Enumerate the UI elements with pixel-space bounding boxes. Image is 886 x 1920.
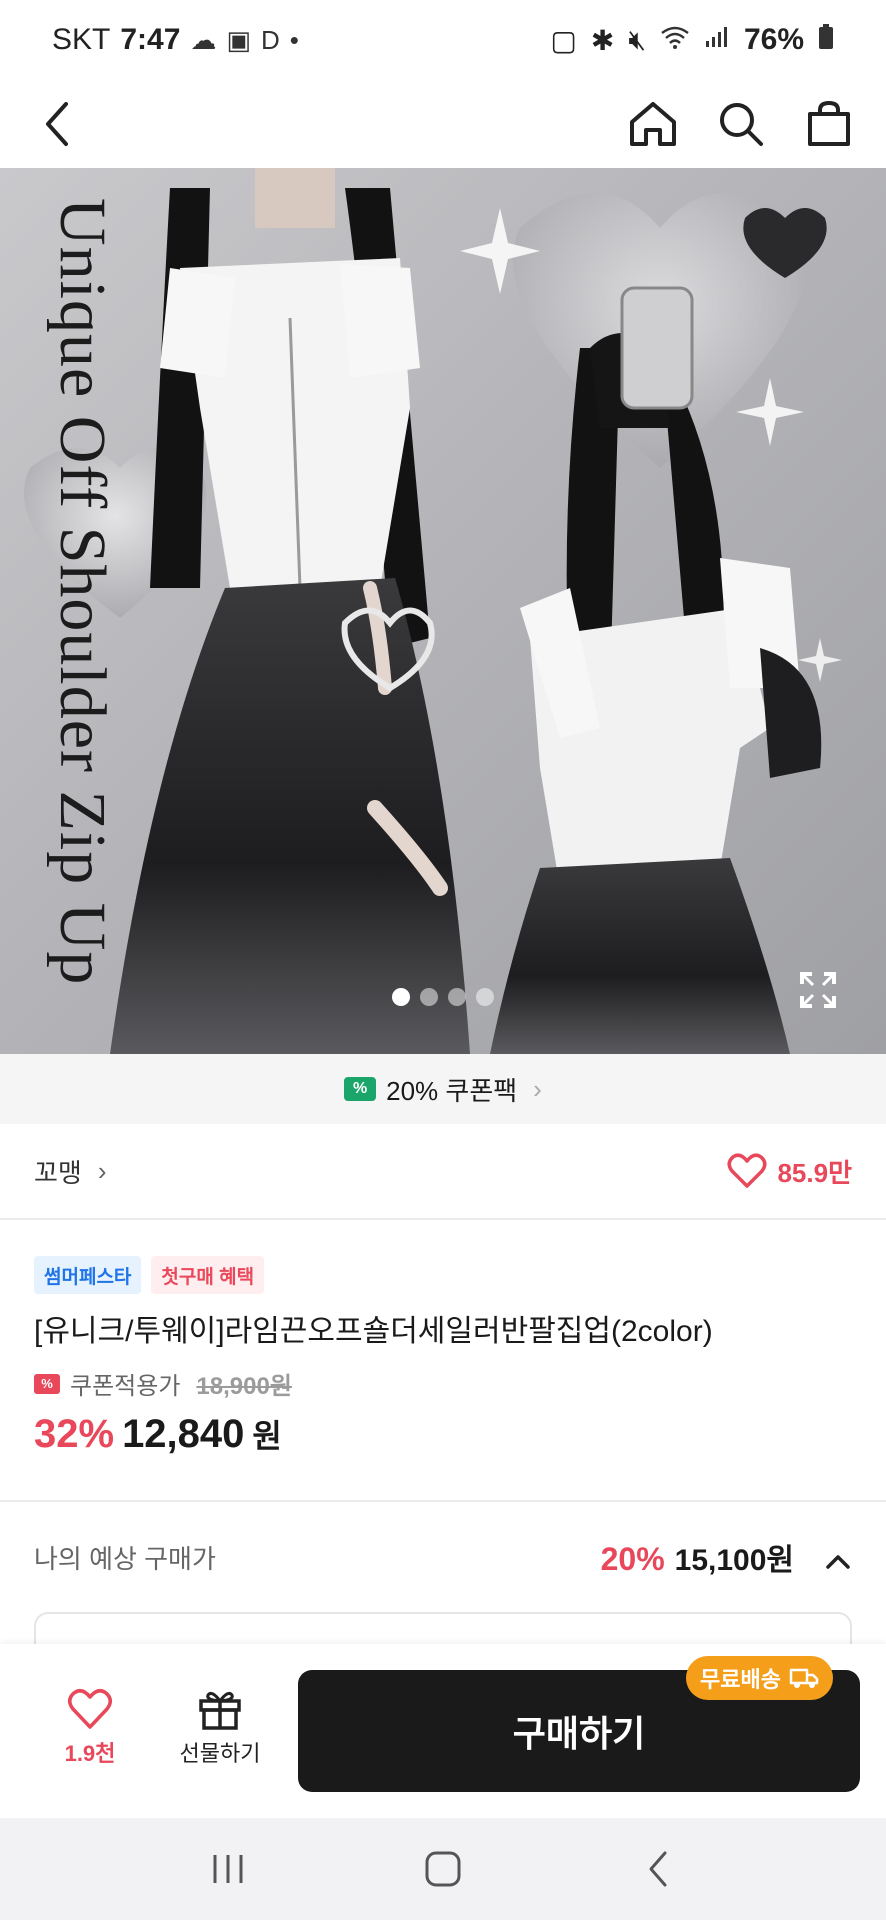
hero-overlay-text: Unique Off Shoulder Zip Up	[40, 198, 130, 1038]
free-shipping-badge: 무료배송	[686, 1656, 833, 1700]
expected-price-value: 15,100원	[674, 1544, 794, 1577]
like-count: 1.9천	[64, 1741, 116, 1766]
heart-icon	[68, 1689, 112, 1729]
top-nav	[0, 80, 886, 168]
signal-icon	[704, 24, 730, 56]
store-like-count: 85.9만	[777, 1157, 852, 1188]
carousel-dot[interactable]	[392, 988, 410, 1006]
event-badge: 썸머페스타	[34, 1256, 142, 1294]
coupon-price-row: % 쿠폰적용가 18,900원	[34, 1366, 852, 1401]
home-button[interactable]	[626, 97, 680, 151]
gift-button[interactable]: 선물하기	[170, 1688, 270, 1768]
home-icon	[630, 102, 676, 146]
price-row: 32% 12,840 원	[34, 1411, 852, 1457]
coupon-icon: %	[34, 1373, 60, 1394]
original-price: 18,900원	[196, 1373, 292, 1400]
currency-label: 원	[252, 1418, 282, 1454]
dot-icon: •	[289, 24, 299, 55]
product-info: 썸머페스타 첫구매 혜택 [유니크/투웨이]라임끈오프숄더세일러반팔집업(2co…	[0, 1222, 886, 1457]
hero-title: Unique Off Shoulder Zip Up	[46, 198, 119, 986]
product-image-carousel[interactable]: Unique Off Shoulder Zip Up	[0, 168, 886, 1054]
home-nav-button[interactable]	[413, 1839, 473, 1899]
chevron-right-icon: ›	[97, 1155, 107, 1186]
chevron-right-icon: ›	[533, 1073, 542, 1104]
free-shipping-label: 무료배송	[700, 1667, 781, 1692]
notification-icon: ☁	[190, 24, 217, 55]
store-like-button[interactable]: 85.9만	[727, 1153, 852, 1190]
mute-icon: 🔇︎	[628, 23, 646, 55]
carrier-label: SKT	[52, 23, 111, 56]
battery-icon	[818, 23, 834, 57]
status-bar: SKT 7:47 ☁ ▣ D • ▢ ✱ 🔇︎ 76%	[0, 0, 886, 80]
expected-price-toggle[interactable]: 나의 예상 구매가 20% 15,100원	[0, 1502, 886, 1612]
back-button[interactable]	[30, 97, 84, 151]
badge-list: 썸머페스타 첫구매 혜택	[34, 1256, 852, 1294]
wifi-icon	[660, 24, 690, 56]
system-nav-bar	[0, 1818, 886, 1920]
search-icon	[720, 103, 763, 146]
chevron-left-icon	[46, 102, 68, 146]
shopping-bag-icon	[808, 100, 850, 146]
battery-level: 76%	[743, 23, 804, 56]
status-letter: D	[260, 24, 280, 55]
carousel-dot[interactable]	[448, 988, 466, 1006]
nfc-icon: ▢	[550, 24, 577, 56]
gift-label: 선물하기	[179, 1741, 261, 1766]
back-arrow-icon	[649, 1851, 667, 1887]
coupon-pack-banner[interactable]: % 20% 쿠폰팩 ›	[0, 1054, 886, 1124]
search-button[interactable]	[714, 97, 768, 151]
expand-icon[interactable]	[798, 970, 838, 1010]
heart-icon	[727, 1153, 767, 1188]
coupon-icon: %	[344, 1077, 377, 1101]
store-name-link[interactable]: 꼬맹	[34, 1153, 82, 1190]
product-photo	[24, 168, 842, 1054]
expected-price-label: 나의 예상 구매가	[34, 1543, 216, 1574]
final-price: 12,840	[122, 1412, 245, 1456]
recent-apps-icon	[213, 1855, 243, 1883]
carousel-dot[interactable]	[476, 988, 494, 1006]
home-square-icon	[425, 1851, 461, 1887]
price-label: 쿠폰적용가	[70, 1373, 181, 1400]
recent-apps-button[interactable]	[198, 1839, 258, 1899]
chevron-up-icon	[826, 1555, 850, 1569]
bluetooth-icon: ✱	[590, 24, 615, 56]
app-notification-icon: ▣	[226, 24, 251, 55]
clock: 7:47	[120, 23, 181, 56]
carousel-dot[interactable]	[420, 988, 438, 1006]
expected-discount: 20%	[600, 1541, 665, 1577]
system-back-button[interactable]	[628, 1839, 688, 1899]
like-button[interactable]: 1.9천	[50, 1688, 130, 1768]
bottom-action-bar: 1.9천 선물하기 구매하기 무료배송	[0, 1644, 886, 1818]
discount-rate: 32%	[34, 1412, 115, 1456]
store-row: 꼬맹 › 85.9만	[0, 1124, 886, 1220]
coupon-pack-label: 20% 쿠폰팩	[386, 1075, 518, 1106]
first-purchase-badge: 첫구매 혜택	[151, 1256, 265, 1294]
gift-icon	[199, 1692, 241, 1730]
truck-icon	[789, 1668, 819, 1688]
product-title: [유니크/투웨이]라임끈오프숄더세일러반팔집업(2color)	[34, 1315, 713, 1348]
carousel-indicator	[0, 988, 886, 1006]
cart-button[interactable]	[802, 97, 856, 151]
